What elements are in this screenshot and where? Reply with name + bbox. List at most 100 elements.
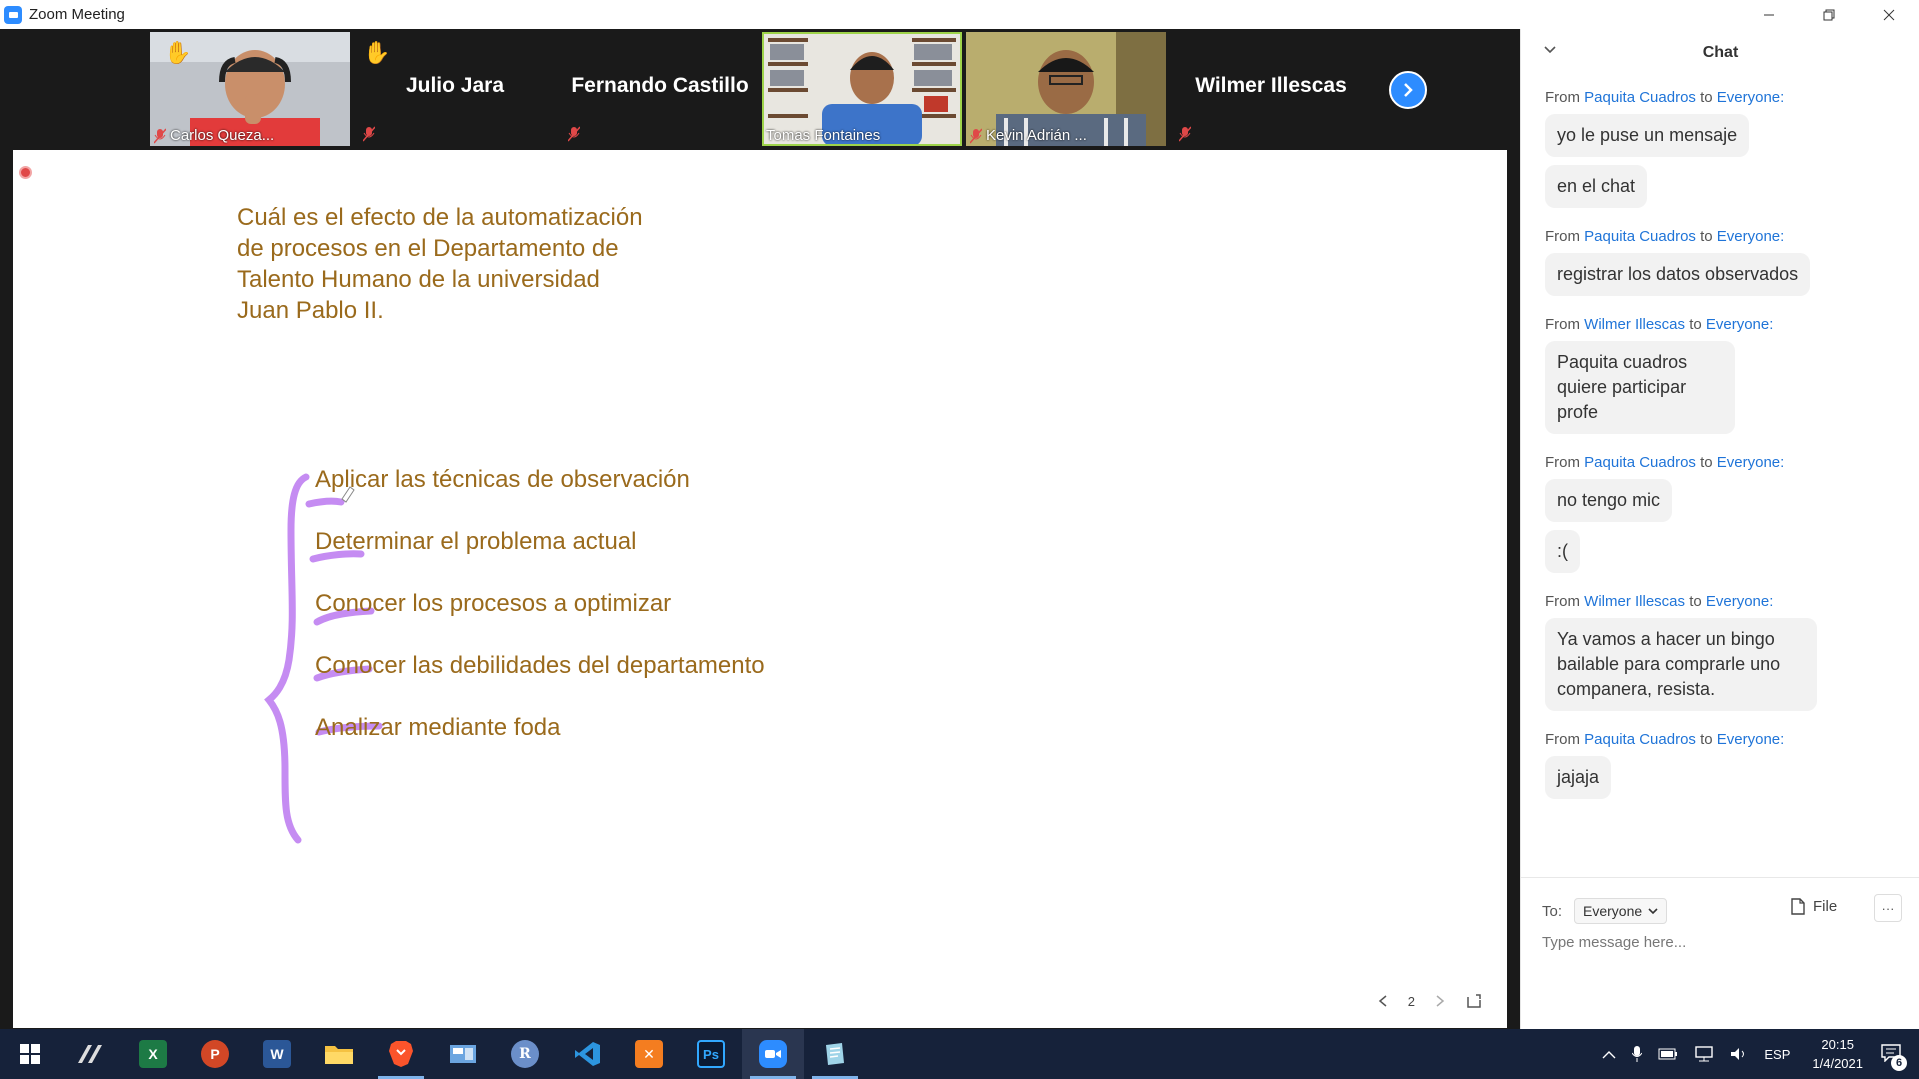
whiteboard-bullet: Analizar mediante foda	[315, 714, 561, 741]
taskbar-app-r[interactable]: R	[494, 1029, 556, 1079]
close-button[interactable]	[1859, 0, 1919, 29]
taskbar-app-control-panel[interactable]	[432, 1029, 494, 1079]
battery-icon[interactable]	[1658, 1048, 1678, 1060]
clock-date: 1/4/2021	[1812, 1056, 1863, 1071]
taskbar-app-file-explorer[interactable]	[308, 1029, 370, 1079]
recipient-name: Everyone:	[1716, 228, 1785, 245]
chevron-left-icon[interactable]	[1378, 994, 1388, 1008]
chat-message: :(	[1545, 530, 1580, 573]
restore-icon	[1823, 9, 1835, 20]
restore-button[interactable]	[1799, 0, 1859, 29]
taskbar-app-notepad[interactable]	[804, 1029, 866, 1079]
chat-composer: To: Everyone File ··· Type message here.…	[1521, 877, 1919, 1029]
chat-message: Paquita cuadros quiere participar profe	[1545, 341, 1735, 434]
chat-panel: Chat From Paquita Cuadros to Everyone: y…	[1520, 29, 1919, 1029]
participant-name: Carlos Queza...	[170, 127, 275, 144]
message-sender-line: From Paquita Cuadros to Everyone:	[1545, 731, 1785, 748]
minimize-button[interactable]	[1739, 0, 1799, 29]
xampp-icon: ✕	[635, 1040, 663, 1068]
volume-icon[interactable]	[1730, 1047, 1748, 1061]
whiteboard-bullet: Determinar el problema actual	[315, 528, 637, 555]
taskbar-app-word[interactable]: W	[246, 1029, 308, 1079]
recipient-name: Everyone:	[1716, 731, 1785, 748]
chat-message-input[interactable]: Type message here...	[1542, 934, 1892, 951]
message-sender-line: From Paquita Cuadros to Everyone:	[1545, 89, 1785, 106]
taskbar-app-photoshop[interactable]: Ps	[680, 1029, 742, 1079]
start-button[interactable]	[0, 1029, 60, 1079]
file-icon	[1791, 898, 1805, 915]
meeting-area: ✋ Carlos Queza... ✋ Julio Jara Fernando …	[0, 29, 1520, 1029]
participant-tile-julio[interactable]: ✋ Julio Jara	[355, 32, 555, 146]
message-sender-line: From Wilmer Illescas to Everyone:	[1545, 593, 1774, 610]
participant-tile-wilmer[interactable]: Wilmer Illescas	[1171, 32, 1371, 146]
participant-name: Wilmer Illescas	[1195, 74, 1347, 97]
new-page-icon[interactable]	[1465, 992, 1483, 1010]
clock-time: 20:15	[1821, 1037, 1854, 1052]
taskbar-app-zoom[interactable]	[742, 1029, 804, 1079]
recipient-select[interactable]: Everyone	[1574, 898, 1668, 924]
chevron-down-icon[interactable]	[1543, 45, 1557, 55]
network-icon[interactable]	[1694, 1046, 1714, 1062]
chevron-down-icon	[1648, 907, 1658, 914]
notepad-icon	[826, 1043, 844, 1065]
authoring-tool-icon	[78, 1045, 102, 1063]
vscode-icon	[575, 1042, 600, 1066]
message-sender-line: From Paquita Cuadros to Everyone:	[1545, 454, 1785, 471]
system-tray: ESP 20:15 1/4/2021 6	[1594, 1029, 1919, 1079]
taskbar-app-brave[interactable]	[370, 1029, 432, 1079]
sender-name[interactable]: Paquita Cuadros	[1584, 89, 1696, 106]
sender-name[interactable]: Wilmer Illescas	[1584, 316, 1685, 333]
powerpoint-icon: P	[201, 1040, 229, 1068]
chat-message: en el chat	[1545, 165, 1648, 208]
window-controls	[1739, 0, 1919, 29]
taskbar-app-xampp[interactable]: ✕	[618, 1029, 680, 1079]
chevron-right-icon	[1404, 83, 1413, 97]
to-label: To:	[1542, 902, 1563, 920]
input-language[interactable]: ESP	[1764, 1047, 1790, 1062]
notification-center-button[interactable]: 6	[1881, 1043, 1907, 1071]
chevron-up-icon	[1602, 1050, 1616, 1058]
windows-logo-icon	[20, 1044, 40, 1064]
taskbar-app-excel[interactable]: X	[122, 1029, 184, 1079]
file-button[interactable]: File	[1791, 898, 1837, 915]
participant-tile-carlos[interactable]: ✋ Carlos Queza...	[150, 32, 350, 146]
taskbar-app-authoring[interactable]	[60, 1029, 122, 1079]
whiteboard-canvas[interactable]: Cuál es el efecto de la automatización d…	[13, 150, 1507, 1028]
window-titlebar: Zoom Meeting	[0, 0, 1919, 29]
participant-strip: ✋ Carlos Queza... ✋ Julio Jara Fernando …	[0, 29, 1520, 149]
participant-tile-fernando[interactable]: Fernando Castillo	[560, 32, 760, 146]
message-sender-line: From Paquita Cuadros to Everyone:	[1545, 228, 1785, 245]
next-participants-button[interactable]	[1389, 71, 1427, 109]
participant-name: Julio Jara	[405, 74, 505, 97]
microphone-icon[interactable]	[1632, 1046, 1643, 1062]
sender-name[interactable]: Paquita Cuadros	[1584, 454, 1696, 471]
recipient-name: Everyone:	[1716, 89, 1785, 106]
whiteboard-bullet: Conocer los procesos a optimizar	[315, 590, 672, 617]
participant-tile-tomas[interactable]: Tomas Fontaines	[762, 32, 962, 146]
muted-mic-icon	[1179, 126, 1191, 142]
participant-tile-kevin[interactable]: Kevin Adrián ...	[966, 32, 1166, 146]
brave-browser-icon	[389, 1041, 413, 1067]
participant-name: Kevin Adrián ...	[986, 127, 1087, 144]
muted-mic-icon	[363, 126, 375, 142]
message-sender-line: From Wilmer Illescas to Everyone:	[1545, 316, 1774, 333]
excel-icon: X	[139, 1040, 167, 1068]
chat-message: registrar los datos observados	[1545, 253, 1811, 296]
whiteboard-page-nav: 2	[1378, 992, 1483, 1010]
taskbar-clock[interactable]: 20:15 1/4/2021	[1812, 1035, 1863, 1073]
taskbar-app-vscode[interactable]	[556, 1029, 618, 1079]
recipient-name: Everyone:	[1705, 316, 1774, 333]
whiteboard-bullet: Conocer las debilidades del departamento	[315, 652, 765, 679]
taskbar-app-powerpoint[interactable]: P	[184, 1029, 246, 1079]
word-icon: W	[263, 1040, 291, 1068]
participant-name: Tomas Fontaines	[766, 127, 881, 144]
sender-name[interactable]: Paquita Cuadros	[1584, 228, 1696, 245]
page-number: 2	[1407, 993, 1415, 1009]
chevron-right-icon[interactable]	[1435, 994, 1445, 1008]
more-options-button[interactable]: ···	[1874, 894, 1902, 922]
sender-name[interactable]: Wilmer Illescas	[1584, 593, 1685, 610]
recipient-name: Everyone:	[1716, 454, 1785, 471]
sender-name[interactable]: Paquita Cuadros	[1584, 731, 1696, 748]
raised-hand-icon: ✋	[164, 40, 192, 65]
show-hidden-icons-button[interactable]	[1602, 1050, 1616, 1059]
